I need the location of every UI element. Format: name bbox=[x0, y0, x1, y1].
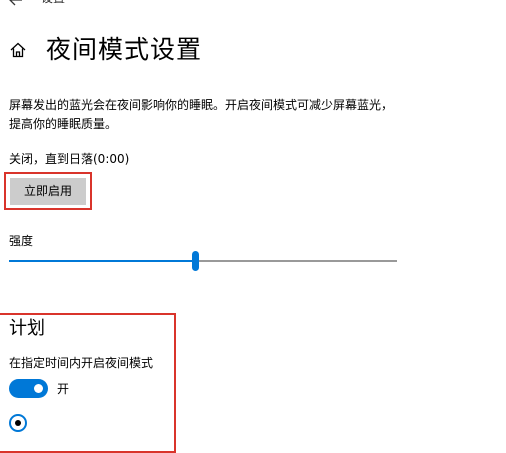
schedule-toggle[interactable] bbox=[9, 379, 48, 398]
home-icon[interactable] bbox=[9, 41, 27, 59]
title-bar: 设置 bbox=[0, 0, 506, 10]
slider-track-filled bbox=[9, 260, 195, 262]
toggle-knob bbox=[34, 384, 43, 393]
schedule-title: 计划 bbox=[9, 318, 45, 339]
toggle-state-label: 开 bbox=[57, 382, 70, 396]
strength-slider[interactable] bbox=[9, 250, 397, 272]
radio-dot bbox=[15, 420, 21, 426]
description-text: 屏幕发出的蓝光会在夜间影响你的睡眠。开启夜间模式可减少屏幕蓝光，提高你的睡眠质量… bbox=[9, 98, 394, 131]
schedule-radio-button[interactable] bbox=[9, 414, 27, 432]
titlebar-label: 设置 bbox=[41, 0, 65, 4]
status-text: 关闭，直到日落(0:00) bbox=[9, 152, 130, 166]
back-arrow-icon[interactable] bbox=[8, 0, 24, 6]
slider-track-rest bbox=[195, 260, 397, 262]
strength-label: 强度 bbox=[9, 234, 34, 248]
page-title: 夜间模式设置 bbox=[46, 35, 203, 64]
slider-thumb[interactable] bbox=[192, 251, 199, 271]
schedule-toggle-label: 在指定时间内开启夜间模式 bbox=[9, 356, 154, 370]
enable-now-button[interactable]: 立即启用 bbox=[10, 178, 86, 205]
